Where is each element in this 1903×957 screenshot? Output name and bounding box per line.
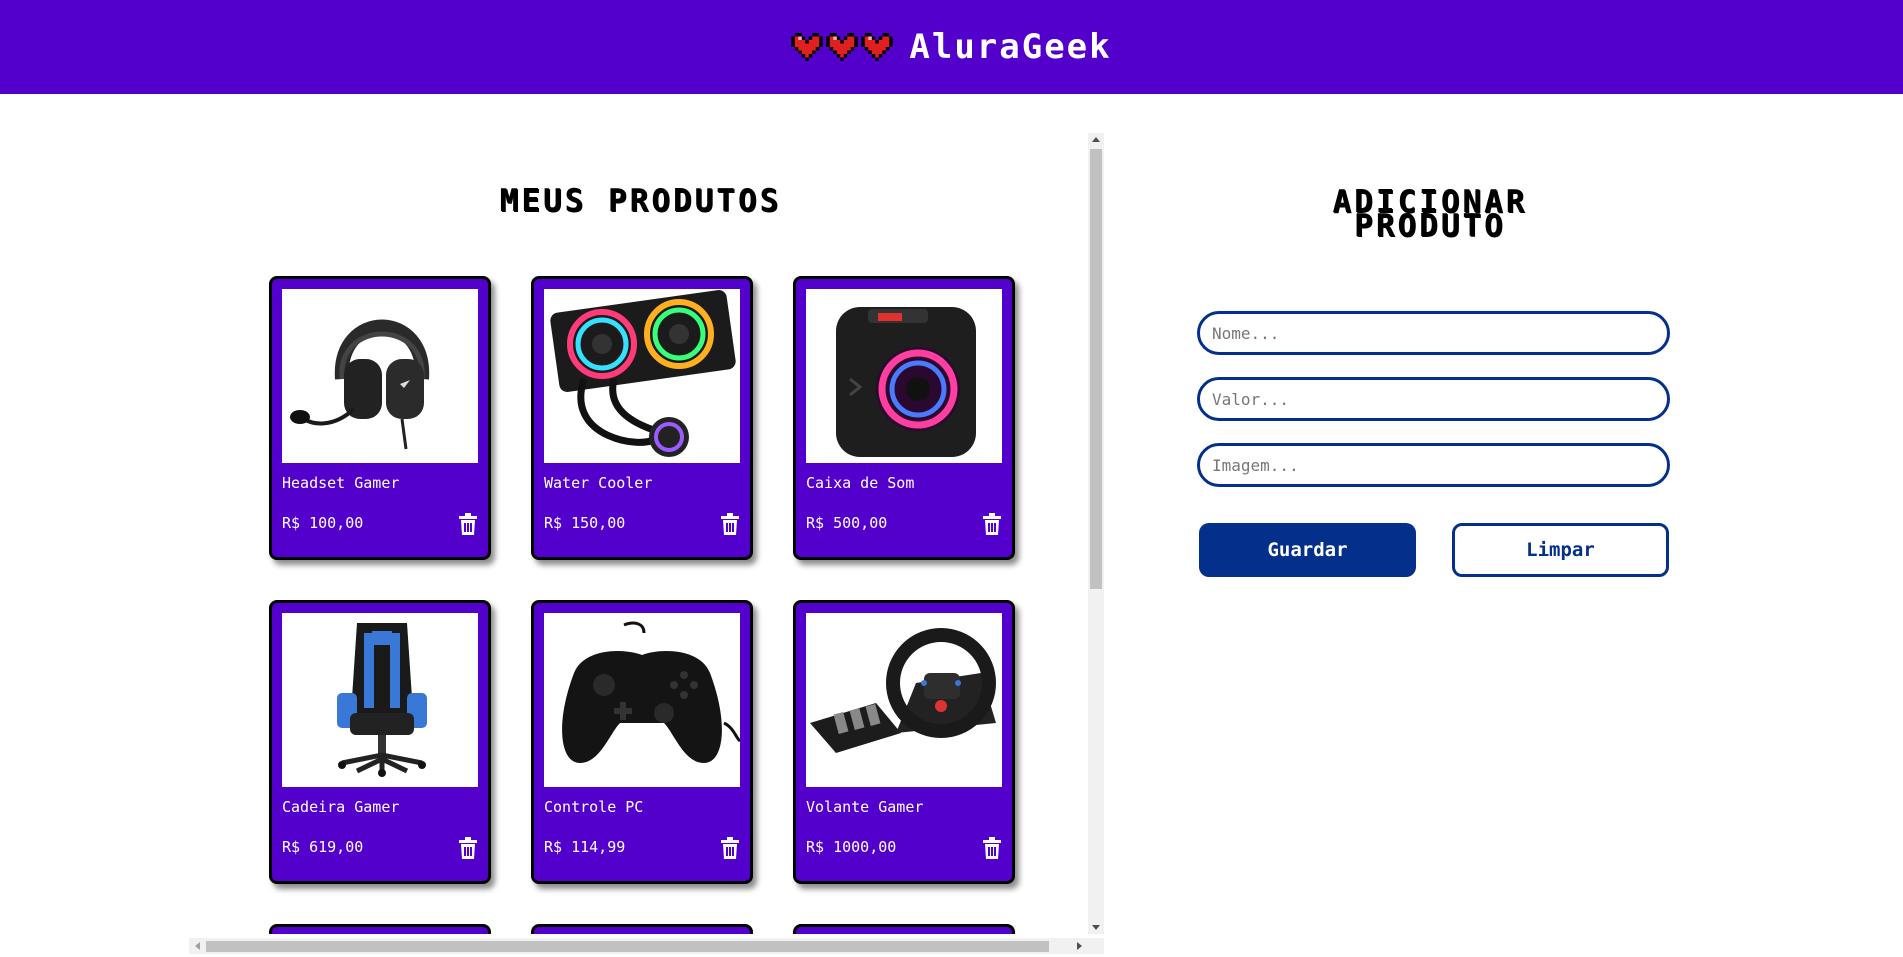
clear-button[interactable]: Limpar (1452, 523, 1669, 577)
products-grid: Headset Gamer R$ 100,00 Water Cooler R$ … (269, 276, 1015, 934)
speaker-image (836, 307, 976, 457)
product-image (282, 289, 478, 463)
product-image (806, 289, 1002, 463)
product-name: Caixa de Som (806, 474, 915, 492)
product-image (282, 613, 478, 787)
trash-icon[interactable] (458, 837, 478, 859)
horizontal-scrollbar[interactable] (189, 938, 1104, 954)
trash-icon[interactable] (720, 837, 740, 859)
product-card-partial (269, 924, 491, 934)
product-name: Volante Gamer (806, 798, 924, 816)
product-price: R$ 114,99 (544, 838, 626, 856)
heart-icon (861, 33, 893, 61)
add-product-form: ADICIONAR PRODUTO Guardar Limpar (1180, 133, 1680, 577)
product-image (806, 613, 1002, 787)
product-card: Caixa de Som R$ 500,00 (793, 276, 1015, 560)
name-input[interactable] (1197, 311, 1670, 355)
product-card: Headset Gamer R$ 100,00 (269, 276, 491, 560)
image-input[interactable] (1197, 443, 1670, 487)
form-title: ADICIONAR PRODUTO (1180, 187, 1680, 244)
product-name: Water Cooler (544, 474, 653, 492)
scroll-right-icon[interactable] (1077, 942, 1082, 950)
brand-name[interactable]: AluraGeek (909, 27, 1111, 67)
product-price: R$ 150,00 (544, 514, 626, 532)
scroll-up-icon[interactable] (1092, 137, 1100, 142)
vertical-scrollbar[interactable] (1088, 133, 1104, 934)
product-price: R$ 500,00 (806, 514, 888, 532)
heart-icon (791, 33, 823, 61)
scrollbar-thumb[interactable] (206, 941, 1049, 952)
product-card-partial (793, 924, 1015, 934)
form-title-line-2: PRODUTO (1354, 208, 1506, 244)
value-input[interactable] (1197, 377, 1670, 421)
trash-icon[interactable] (720, 513, 740, 535)
site-header: AluraGeek (0, 0, 1903, 94)
controller-image (562, 621, 740, 763)
product-image (544, 289, 740, 463)
save-button[interactable]: Guardar (1199, 523, 1416, 577)
products-section: MEUS PRODUTOS Headset Gamer R$ 100,00 Wa… (189, 133, 1092, 934)
product-price: R$ 1000,00 (806, 838, 897, 856)
product-card: Cadeira Gamer R$ 619,00 (269, 600, 491, 884)
steering-wheel-image (810, 628, 996, 753)
product-price: R$ 100,00 (282, 514, 364, 532)
product-card: Water Cooler R$ 150,00 (531, 276, 753, 560)
products-title: MEUS PRODUTOS (499, 183, 782, 219)
product-name: Controle PC (544, 798, 644, 816)
gaming-chair-image (337, 623, 427, 777)
headset-image (290, 319, 430, 450)
scroll-down-icon[interactable] (1092, 925, 1100, 930)
trash-icon[interactable] (982, 513, 1002, 535)
hearts-logo (791, 33, 893, 61)
product-card-partial (531, 924, 753, 934)
trash-icon[interactable] (982, 837, 1002, 859)
water-cooler-image (550, 290, 736, 457)
trash-icon[interactable] (458, 513, 478, 535)
product-name: Cadeira Gamer (282, 798, 400, 816)
product-name: Headset Gamer (282, 474, 400, 492)
product-image (544, 613, 740, 787)
heart-icon (826, 33, 858, 61)
scroll-left-icon[interactable] (195, 942, 200, 950)
product-price: R$ 619,00 (282, 838, 364, 856)
scrollbar-thumb[interactable] (1090, 149, 1102, 589)
product-card: Volante Gamer R$ 1000,00 (793, 600, 1015, 884)
product-card: Controle PC R$ 114,99 (531, 600, 753, 884)
